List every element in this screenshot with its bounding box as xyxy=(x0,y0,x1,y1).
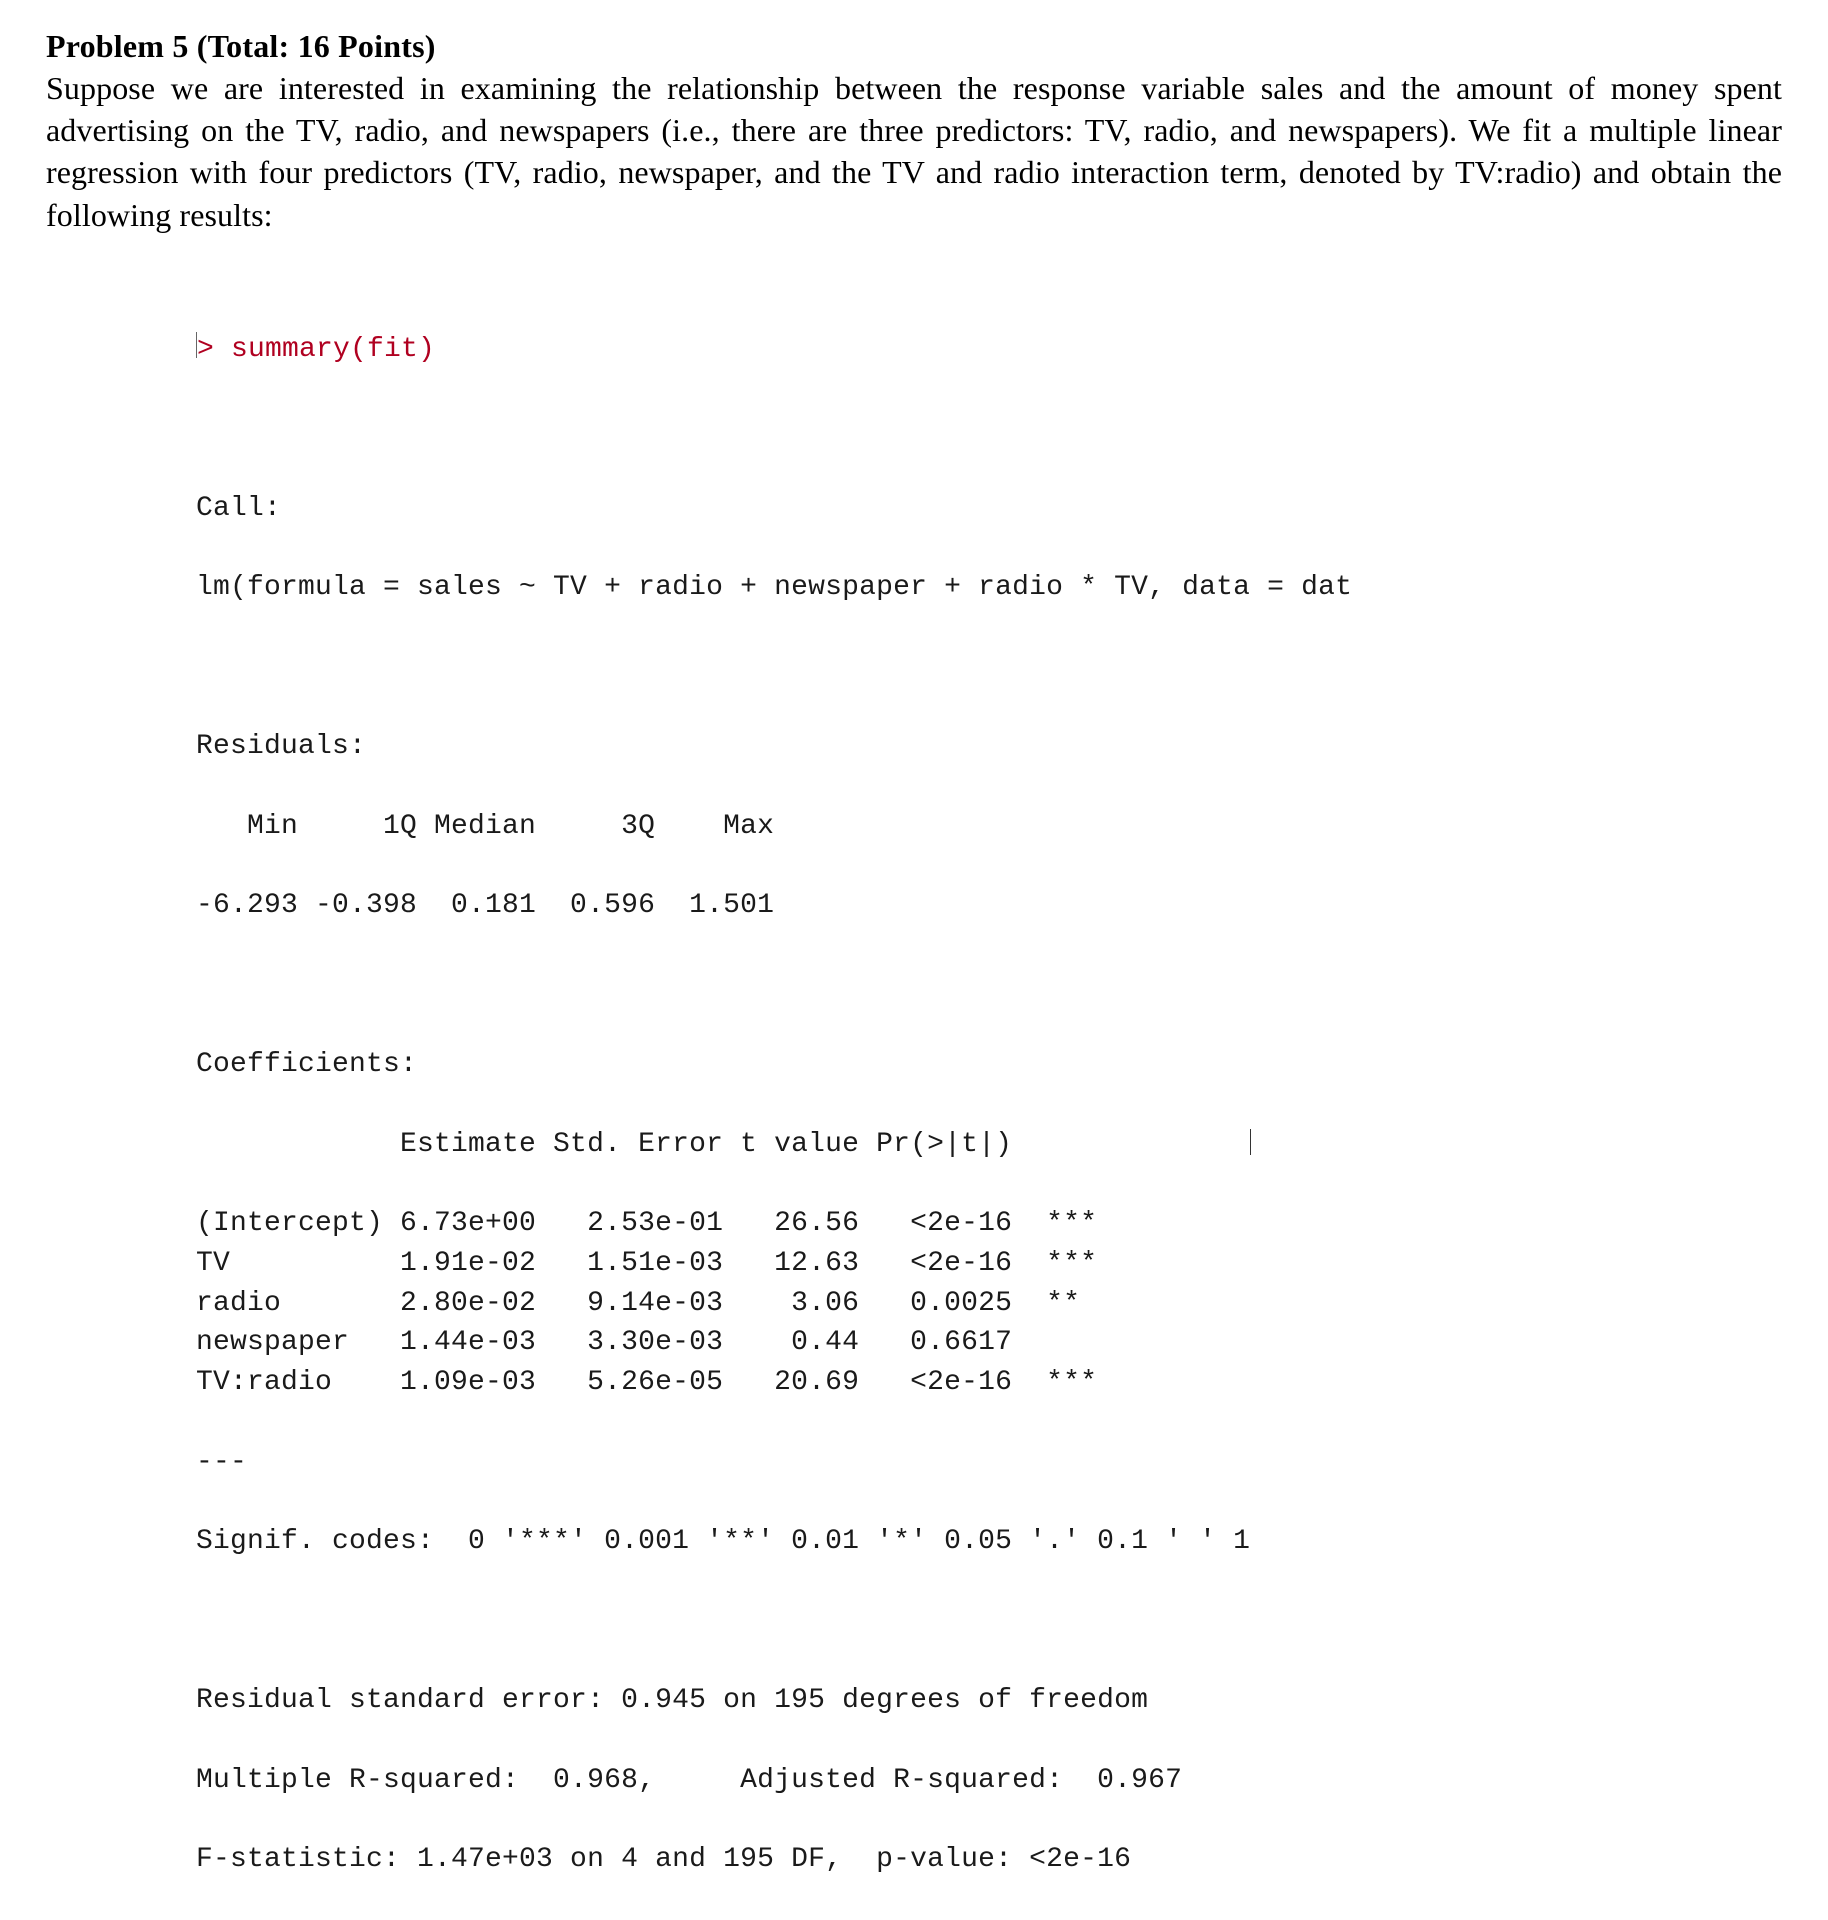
coefficient-row: TV:radio 1.09e-03 5.26e-05 20.69 <2e-16 … xyxy=(196,1363,1782,1403)
problem-heading: Problem 5 (Total: 16 Points) xyxy=(46,28,1782,65)
signif-codes: Signif. codes: 0 '***' 0.001 '**' 0.01 '… xyxy=(196,1522,1782,1562)
coefficient-row: TV 1.91e-02 1.51e-03 12.63 <2e-16 *** xyxy=(196,1244,1782,1284)
r-command-line: > summary(fit) xyxy=(196,330,1782,370)
coefficient-row: (Intercept) 6.73e+00 2.53e-01 26.56 <2e-… xyxy=(196,1204,1782,1244)
residual-std-error: Residual standard error: 0.945 on 195 de… xyxy=(196,1681,1782,1721)
call-formula: lm(formula = sales ~ TV + radio + newspa… xyxy=(196,568,1782,608)
residuals-values: -6.293 -0.398 0.181 0.596 1.501 xyxy=(196,886,1782,926)
r-command: > summary(fit) xyxy=(197,334,435,365)
problem-description: Suppose we are interested in examining t… xyxy=(46,67,1782,236)
r-output-block: > summary(fit) Call: lm(formula = sales … xyxy=(196,290,1782,1920)
coefficient-row: radio 2.80e-02 9.14e-03 3.06 0.0025 ** xyxy=(196,1284,1782,1324)
coefficients-label: Coefficients: xyxy=(196,1045,1782,1085)
coefficient-row: newspaper 1.44e-03 3.30e-03 0.44 0.6617 xyxy=(196,1323,1782,1363)
coefficients-header: Estimate Std. Error t value Pr(>|t|) xyxy=(196,1125,1782,1165)
f-statistic: F-statistic: 1.47e+03 on 4 and 195 DF, p… xyxy=(196,1840,1782,1880)
residuals-header: Min 1Q Median 3Q Max xyxy=(196,807,1782,847)
residuals-label: Residuals: xyxy=(196,727,1782,767)
r-squared: Multiple R-squared: 0.968, Adjusted R-sq… xyxy=(196,1761,1782,1801)
cursor-icon xyxy=(1250,1129,1251,1155)
separator: --- xyxy=(196,1443,1782,1483)
call-label: Call: xyxy=(196,489,1782,529)
